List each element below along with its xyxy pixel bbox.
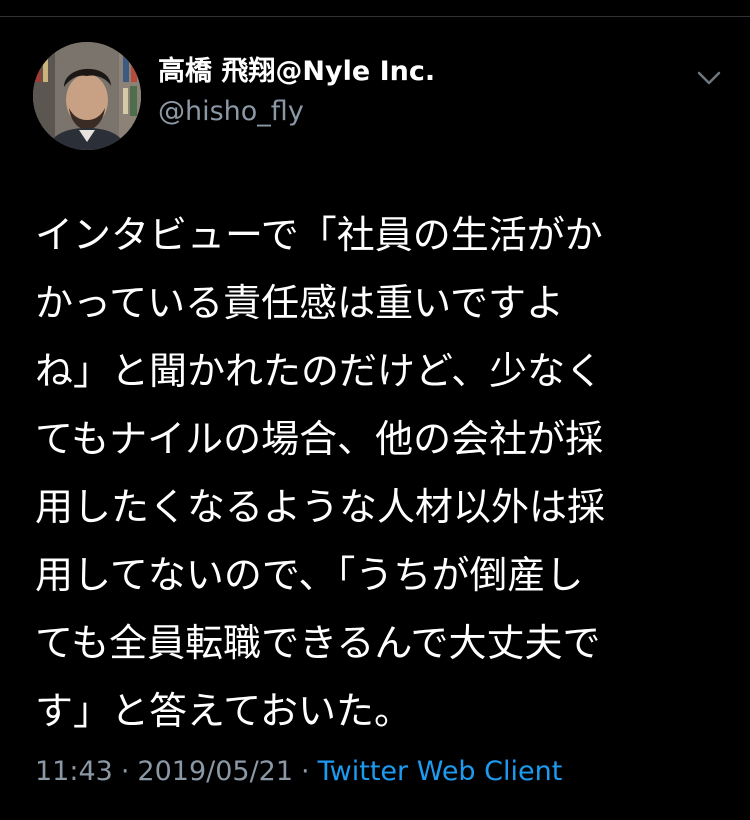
avatar[interactable]: [33, 42, 141, 150]
meta-separator: ·: [301, 756, 310, 787]
tweet-text-line: ね」と聞かれたのだけど、少なく: [35, 349, 604, 393]
tweet-text-line: ても全員転職できるんで大丈夫で: [35, 621, 601, 665]
tweet-client-link[interactable]: Twitter Web Client: [318, 756, 563, 787]
tweet-metadata: 11:43 · 2019/05/21 · Twitter Web Client: [35, 752, 562, 792]
tweet-detail: 高橋 飛翔@Nyle Inc. @hisho_fly インタビューで「社員の生活…: [0, 0, 750, 820]
tweet-time[interactable]: 11:43: [35, 756, 113, 787]
tweet-text-line: 用したくなるような人材以外は採: [35, 485, 606, 529]
tweet-text-line: す」と答えておいた。: [35, 689, 412, 733]
tweet-text-line: てもナイルの場合、他の会社が採: [35, 417, 604, 461]
tweet-text-line: かっている責任感は重いですよ: [35, 281, 564, 325]
user-photo-avatar-icon: [33, 42, 141, 150]
display-name[interactable]: 高橋 飛翔@Nyle Inc.: [158, 54, 678, 90]
chevron-down-icon[interactable]: [693, 66, 725, 90]
tweet-date[interactable]: 2019/05/21: [137, 756, 293, 787]
user-handle[interactable]: @hisho_fly: [158, 94, 678, 130]
tweet-text-line: インタビューで「社員の生活がか: [35, 213, 603, 257]
meta-separator: ·: [120, 756, 130, 787]
tweet-text-line: 用してないので、「うちが倒産し: [35, 553, 584, 597]
tweet-text: インタビューで「社員の生活がか かっている責任感は重いですよ ね」と聞かれたのだ…: [35, 201, 695, 745]
user-info: 高橋 飛翔@Nyle Inc. @hisho_fly: [158, 54, 678, 130]
